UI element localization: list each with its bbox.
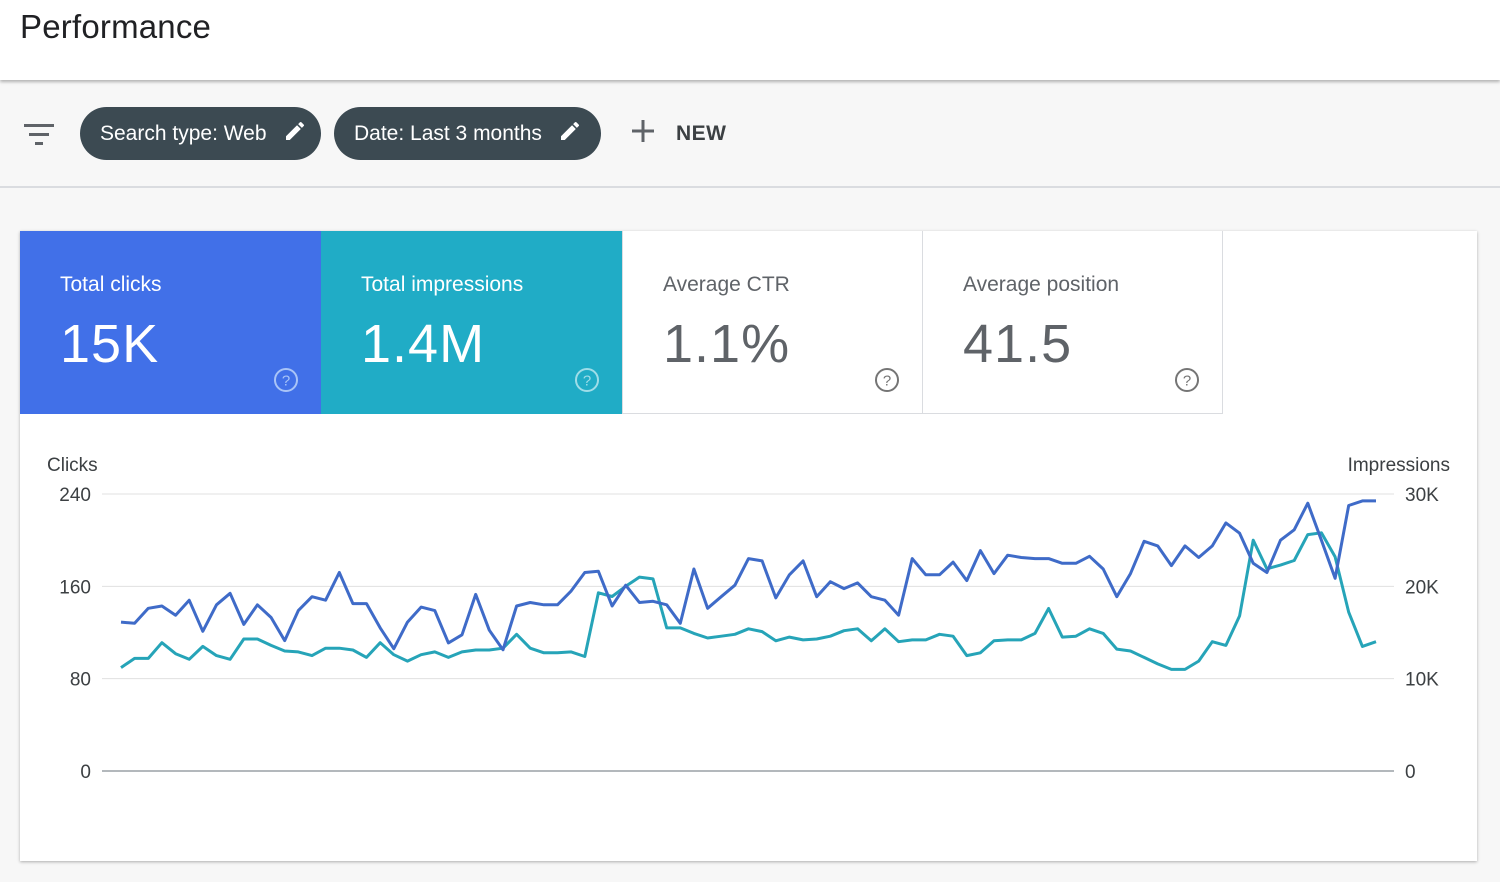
page-title: Performance <box>20 8 212 45</box>
new-filter-button[interactable]: NEW <box>628 112 727 156</box>
search-type-label: Search type: Web <box>100 121 267 145</box>
date-filter-chip[interactable]: Date: Last 3 months <box>334 107 601 160</box>
y-tick-label-left: 240 <box>59 485 91 506</box>
y-tick-label-right: 30K <box>1405 485 1439 506</box>
y-tick-label-left: 80 <box>70 670 91 691</box>
y-tick-label-left: 0 <box>80 762 91 783</box>
y-tick-label-right: 0 <box>1405 762 1416 783</box>
performance-line-chart[interactable]: 240 30K 160 20K 80 10K 0 0 <box>20 231 1477 861</box>
new-label: NEW <box>676 122 727 145</box>
filter-icon[interactable] <box>22 120 58 150</box>
filter-bar: Search type: Web Date: Last 3 months NEW <box>0 82 1500 188</box>
edit-icon <box>558 119 582 149</box>
plus-icon <box>628 116 658 152</box>
performance-card: Total clicks 15K ? Total impressions 1.4… <box>20 231 1477 861</box>
app-header: Performance <box>0 0 1500 80</box>
y-tick-label-right: 10K <box>1405 670 1439 691</box>
edit-icon <box>283 119 307 149</box>
y-tick-label-right: 20K <box>1405 577 1439 598</box>
date-label: Date: Last 3 months <box>354 121 542 145</box>
y-tick-label-left: 160 <box>59 577 91 598</box>
search-type-filter-chip[interactable]: Search type: Web <box>80 107 321 160</box>
